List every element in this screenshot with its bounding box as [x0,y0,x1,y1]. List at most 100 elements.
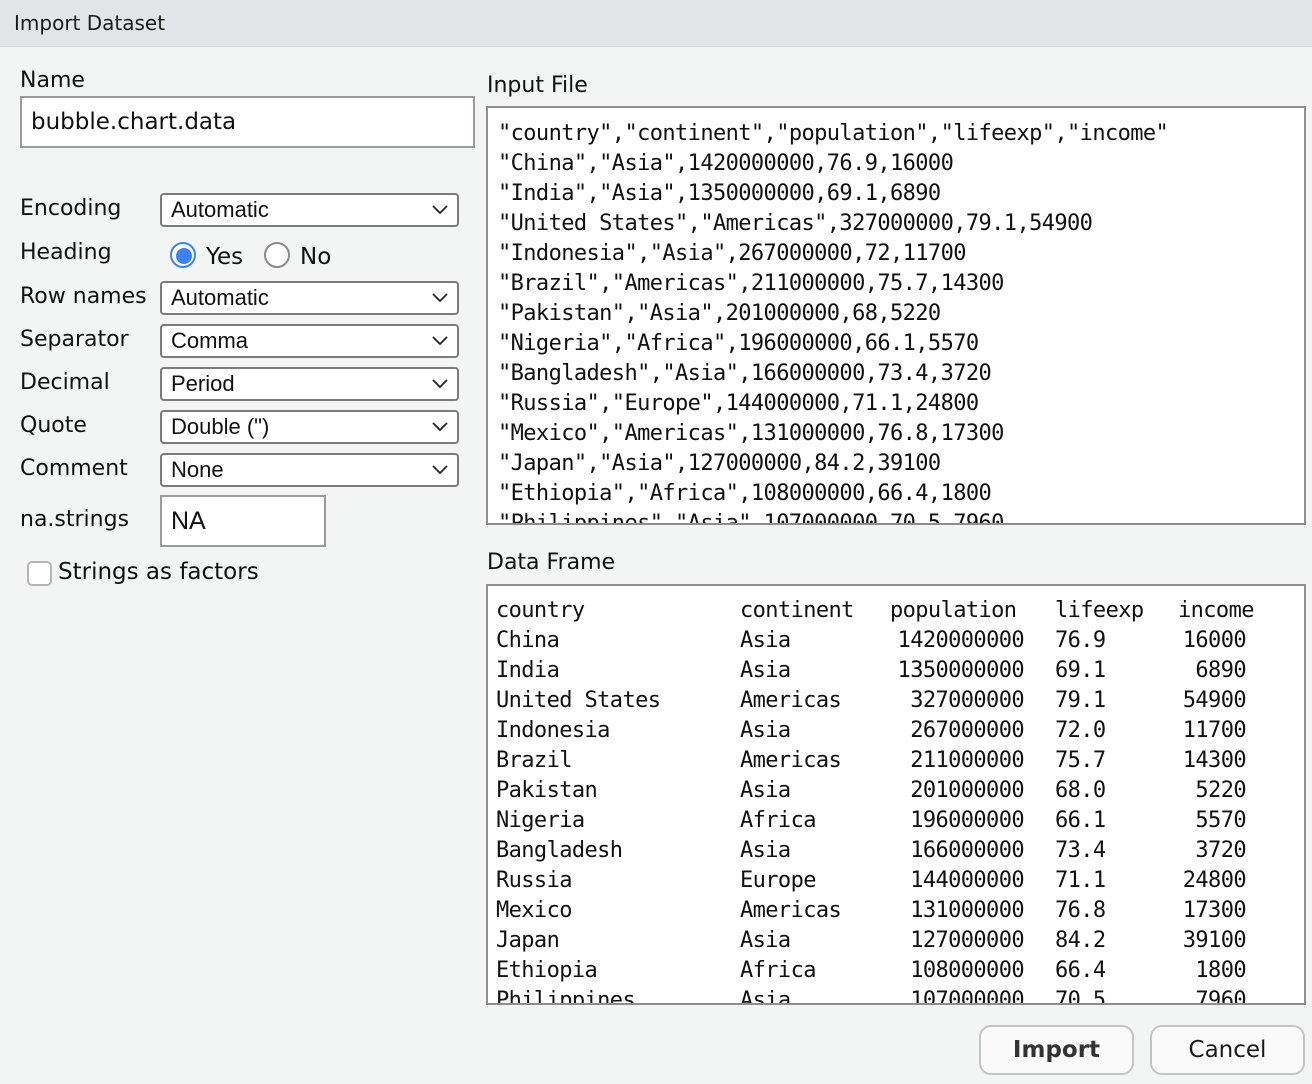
chevron-down-icon [432,422,448,432]
separator-select[interactable]: Comma [160,324,459,358]
heading-yes-radio[interactable] [170,242,196,268]
quote-label: Quote [20,413,87,438]
heading-yes-label[interactable]: Yes [206,244,243,270]
quote-select[interactable]: Double (") [160,410,459,444]
column-header: lifeexp [1055,598,1144,623]
table-cell: Africa [740,808,816,833]
name-input-value: bubble.chart.data [31,109,237,135]
heading-no-radio[interactable] [264,242,290,268]
table-cell: 73.4 [1055,838,1106,863]
table-cell: Asia [740,778,791,803]
column-header: population [890,598,1017,623]
strings-as-factors-checkbox[interactable] [27,561,52,586]
table-cell: Americas [740,898,842,923]
quote-select-value: Double (") [171,414,270,439]
input-file-line: "Brazil","Americas",211000000,75.7,14300 [498,271,1004,296]
table-row: Nigeria Africa 196000000 66.1 5570 [488,806,1304,836]
heading-no-label[interactable]: No [300,244,331,270]
table-cell: 211000000 [910,748,1024,773]
table-cell: 68.0 [1055,778,1106,803]
table-cell: Philippines [496,988,636,1005]
chevron-down-icon [432,379,448,389]
name-input[interactable]: bubble.chart.data [20,96,475,148]
comment-label: Comment [20,456,128,481]
table-cell: Bangladesh [496,838,623,863]
table-row: Philippines Asia 107000000 70.5 7960 [488,986,1304,1005]
table-cell: Pakistan [496,778,598,803]
table-cell: 70.5 [1055,988,1106,1005]
table-row: Brazil Americas 211000000 75.7 14300 [488,746,1304,776]
table-cell: 144000000 [910,868,1024,893]
cancel-button[interactable]: Cancel [1150,1025,1305,1075]
table-cell: 75.7 [1055,748,1106,773]
table-cell: United States [496,688,661,713]
table-cell: 5570 [1195,808,1246,833]
encoding-select[interactable]: Automatic [160,193,459,227]
table-header-row: country continent population lifeexp income [488,596,1304,626]
table-row: Pakistan Asia 201000000 68.0 5220 [488,776,1304,806]
input-file-line: "Bangladesh","Asia",166000000,73.4,3720 [498,361,992,386]
table-cell: 71.1 [1055,868,1106,893]
row-names-select[interactable]: Automatic [160,281,459,315]
heading-label: Heading [20,240,112,265]
table-cell: 24800 [1182,868,1247,893]
table-cell: Mexico [496,898,572,923]
table-cell: 76.9 [1055,628,1106,653]
table-cell: 69.1 [1055,658,1106,683]
data-frame-preview[interactable]: country continent population lifeexp income C… [486,584,1306,1005]
table-cell: 267000000 [910,718,1024,743]
row-names-select-value: Automatic [171,285,269,310]
table-cell: 14300 [1182,748,1247,773]
input-file-line: "Ethiopia","Africa",108000000,66.4,1800 [498,481,992,506]
table-cell: Asia [740,628,791,653]
chevron-down-icon [432,465,448,475]
table-cell: 127000000 [910,928,1024,953]
table-cell: 3720 [1195,838,1246,863]
na-strings-label: na.strings [20,507,130,532]
input-file-line: "United States","Americas",327000000,79.… [498,211,1093,236]
table-cell: 327000000 [910,688,1024,713]
table-cell: 7960 [1195,988,1246,1005]
table-cell: Brazil [496,748,572,773]
column-header: continent [740,598,854,623]
comment-select-value: None [171,457,224,482]
input-file-line: "Indonesia","Asia",267000000,72,11700 [498,241,966,266]
encoding-label: Encoding [20,196,122,221]
table-cell: 11700 [1182,718,1247,743]
na-strings-input[interactable]: NA [160,495,326,547]
table-cell: 1350000000 [897,658,1025,683]
table-cell: China [496,628,560,653]
table-row: Japan Asia 127000000 84.2 39100 [488,926,1304,956]
table-cell: Russia [496,868,572,893]
table-cell: 17300 [1182,898,1247,923]
table-row: United States Americas 327000000 79.1 54900 [488,686,1304,716]
table-cell: 196000000 [910,808,1024,833]
table-cell: 201000000 [910,778,1024,803]
table-cell: 54900 [1182,688,1247,713]
input-file-line: "China","Asia",1420000000,76.9,16000 [498,151,954,176]
strings-as-factors-label[interactable]: Strings as factors [58,559,259,585]
import-button[interactable]: Import [979,1025,1134,1075]
table-cell: 107000000 [910,988,1024,1005]
table-cell: 5220 [1195,778,1246,803]
column-header: country [496,598,585,623]
table-cell: 1800 [1195,958,1246,983]
input-file-preview[interactable]: "country","continent","population","life… [486,106,1306,525]
input-file-line: "Japan","Asia",127000000,84.2,39100 [498,451,941,476]
decimal-select[interactable]: Period [160,367,459,401]
table-row: Indonesia Asia 267000000 72.0 11700 [488,716,1304,746]
chevron-down-icon [432,293,448,303]
comment-select[interactable]: None [160,453,459,487]
table-cell: 131000000 [910,898,1024,923]
table-row: Russia Europe 144000000 71.1 24800 [488,866,1304,896]
input-file-line: "Philippines","Asia",107000000,70.5,7960 [498,511,1004,525]
table-cell: 79.1 [1055,688,1106,713]
input-file-line: "Russia","Europe",144000000,71.1,24800 [498,391,979,416]
column-header: income [1178,598,1254,623]
decimal-select-value: Period [171,371,235,396]
table-row: Mexico Americas 131000000 76.8 17300 [488,896,1304,926]
table-cell: Nigeria [496,808,585,833]
data-frame-label: Data Frame [487,550,616,575]
table-row: India Asia 1350000000 69.1 6890 [488,656,1304,686]
table-cell: 66.4 [1055,958,1106,983]
